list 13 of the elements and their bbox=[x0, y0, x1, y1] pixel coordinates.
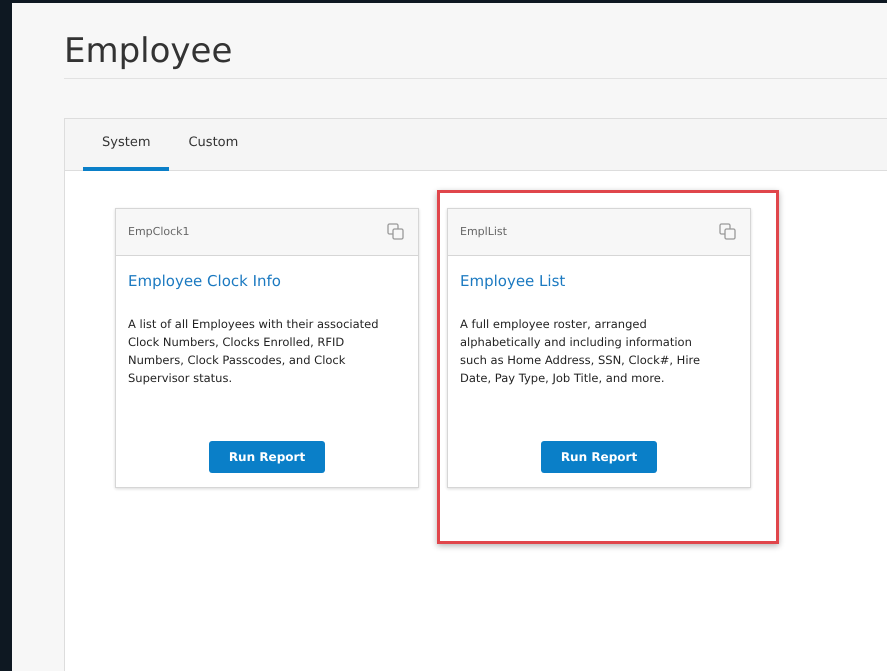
copy-icon[interactable] bbox=[387, 223, 404, 240]
report-title: Employee Clock Info bbox=[128, 270, 282, 292]
run-report-button[interactable]: Run Report bbox=[208, 440, 326, 473]
copy-icon[interactable] bbox=[719, 223, 736, 240]
report-description: A list of all Employees with their associated Clock Numbers, Clocks Enrolled, RFID Numbers, Clock Passcodes, and Clock Supervisor status. bbox=[128, 316, 380, 387]
run-report-button[interactable]: Run Report bbox=[540, 440, 658, 473]
tab[interactable]: Custom bbox=[169, 133, 258, 171]
report-code: EmplList bbox=[460, 224, 507, 240]
page-title: Employee bbox=[64, 31, 887, 79]
report-code: EmpClock1 bbox=[128, 224, 190, 240]
report-description: A full employee roster, arranged alphabetically and including information such as Home Address, SSN, Clock#, Hire Date, Pay Type, Job Title, and more. bbox=[460, 316, 702, 387]
report-title: Employee List bbox=[460, 270, 566, 292]
tab[interactable]: System bbox=[83, 133, 170, 171]
